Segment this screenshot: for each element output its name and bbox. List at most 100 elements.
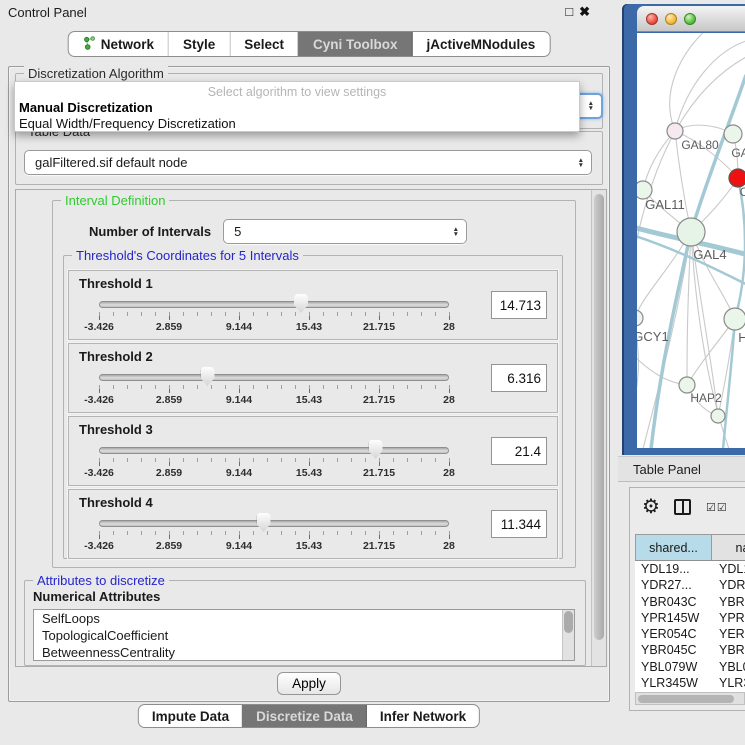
tab-jactivemnodules[interactable]: jActiveMNodules (413, 32, 550, 56)
table-panel: ⚙ ☑☑ shared... na YDL19...YDL1YDR27...YD… (629, 487, 745, 711)
threshold-value-input[interactable] (491, 364, 547, 392)
network-node[interactable] (637, 310, 643, 326)
node-label: GAL4 (693, 247, 726, 262)
settings-scroll-area: Interval Definition Number of Intervals … (15, 189, 607, 667)
column-header-name[interactable]: na (712, 535, 745, 560)
table-cell: YBR0 (711, 594, 745, 610)
network-icon (83, 36, 96, 53)
threshold-value-input[interactable] (491, 291, 547, 319)
table-row[interactable]: YBR045CYBR0 (635, 642, 745, 658)
number-of-intervals-combobox[interactable]: 5 ▲▼ (223, 219, 467, 244)
gear-icon[interactable]: ⚙ (642, 494, 660, 519)
node-label: GAL80 (681, 138, 719, 152)
list-item[interactable]: TopologicalCoefficient (34, 627, 574, 644)
tab-cyni-toolbox[interactable]: Cyni Toolbox (299, 32, 413, 56)
tab-label: Network (101, 37, 154, 52)
scale-label: 28 (443, 394, 455, 406)
table-row[interactable]: YDL19...YDL1 (635, 561, 745, 577)
table-cell: YBL079W (635, 659, 711, 675)
table-data-combobox[interactable]: galFiltered.sif default node ▲▼ (24, 150, 592, 175)
algorithm-dropdown-popup: Select algorithm to view settings Manual… (14, 81, 580, 132)
node-label: H (738, 330, 745, 345)
scale-label: 21.715 (363, 394, 395, 406)
slider-thumb[interactable] (369, 440, 383, 459)
tab-select[interactable]: Select (230, 32, 299, 56)
settings-scrollbar[interactable] (591, 190, 606, 666)
group-title: Discretization Algorithm (24, 66, 168, 81)
zoom-traffic-light-icon[interactable] (684, 13, 696, 25)
scale-label: 9.144 (226, 321, 252, 333)
tab-network[interactable]: Network (69, 32, 169, 56)
scale-label: 15.43 (296, 321, 322, 333)
dropdown-option-equal-width-frequency[interactable]: Equal Width/Frequency Discretization (19, 116, 236, 131)
slider-track[interactable] (99, 301, 449, 308)
numerical-attributes-label: Numerical Attributes (33, 589, 160, 604)
apply-button[interactable]: Apply (277, 672, 341, 695)
table-row[interactable]: YDR27...YDR2 (635, 577, 745, 593)
threshold-1-panel: Threshold 1 -3.426 2.859 9.144 15.43 (68, 270, 558, 340)
slider-thumb[interactable] (201, 367, 215, 386)
scale-label: 15.43 (296, 394, 322, 406)
scale-label: -3.426 (84, 394, 114, 406)
tab-label: jActiveMNodules (427, 37, 536, 52)
tab-style[interactable]: Style (169, 32, 230, 56)
table-row[interactable]: YPR145WYPR1 (635, 610, 745, 626)
node-label: GCY1 (637, 329, 669, 344)
network-node[interactable] (667, 123, 683, 139)
network-node[interactable] (724, 308, 745, 330)
dropdown-option-manual-discretization[interactable]: Manual Discretization (19, 100, 153, 115)
slider-track[interactable] (99, 447, 449, 454)
network-node[interactable] (724, 125, 742, 143)
tab-label: Select (244, 37, 284, 52)
slider-ticks (99, 385, 450, 393)
app-root: Control Panel □✖ Network Styl (0, 0, 745, 745)
close-traffic-light-icon[interactable] (646, 13, 658, 25)
slider-track[interactable] (99, 374, 449, 381)
tab-label: Impute Data (152, 709, 229, 724)
scrollbar-thumb[interactable] (594, 194, 604, 640)
node-table: shared... na YDL19...YDL1YDR27...YDR2YBR… (635, 534, 745, 710)
float-window-icon[interactable]: □ (565, 4, 579, 19)
tab-label: Infer Network (380, 709, 466, 724)
column-layout-icon[interactable] (674, 499, 691, 515)
table-row[interactable]: YER054CYER0 (635, 626, 745, 642)
list-scrollbar[interactable] (562, 610, 574, 660)
threshold-value-input[interactable] (491, 510, 547, 538)
table-data-selected: galFiltered.sif default node (35, 155, 187, 170)
number-of-intervals-value: 5 (234, 224, 241, 239)
tab-discretize-data[interactable]: Discretize Data (243, 705, 367, 727)
table-horizontal-scrollbar[interactable] (635, 692, 745, 705)
close-icon[interactable]: ✖ (579, 4, 596, 19)
slider-scale: -3.426 2.859 9.144 15.43 21.715 28 (99, 394, 449, 408)
table-cell: YER0 (711, 626, 745, 642)
table-row[interactable]: YLR345WYLR3 (635, 675, 745, 691)
network-view-window[interactable]: GAL80GACGAL11GAL4GCY1HHAP2 (622, 4, 745, 455)
select-columns-icon[interactable]: ☑☑ (706, 501, 728, 514)
control-panel-title: Control Panel (8, 5, 87, 20)
scrollbar-thumb[interactable] (638, 695, 734, 703)
minimize-traffic-light-icon[interactable] (665, 13, 677, 25)
slider-thumb[interactable] (257, 513, 271, 532)
threshold-value-input[interactable] (491, 437, 547, 465)
stepper-icon: ▲▼ (578, 158, 584, 168)
scale-label: 2.859 (156, 467, 182, 479)
slider-thumb[interactable] (294, 294, 308, 313)
scale-label: -3.426 (84, 540, 114, 552)
table-row[interactable]: YBR043CYBR0 (635, 594, 745, 610)
numerical-attributes-list[interactable]: SelfLoops TopologicalCoefficient Between… (33, 609, 575, 661)
network-node[interactable] (711, 409, 725, 423)
column-header-shared-name[interactable]: shared... (636, 535, 712, 560)
list-item[interactable]: SelfLoops (34, 610, 574, 627)
scale-label: -3.426 (84, 467, 114, 479)
table-cell: YPR145W (635, 610, 711, 626)
network-node[interactable] (677, 218, 705, 246)
network-window-titlebar[interactable] (637, 6, 745, 32)
dropdown-hint-option[interactable]: Select algorithm to view settings (15, 85, 579, 99)
tab-infer-network[interactable]: Infer Network (367, 705, 479, 727)
table-data-group: Table Data galFiltered.sif default node … (15, 131, 603, 185)
list-item[interactable]: BetweennessCentrality (34, 644, 574, 661)
tab-impute-data[interactable]: Impute Data (139, 705, 243, 727)
slider-track[interactable] (99, 520, 449, 527)
table-row[interactable]: YBL079WYBL0 (635, 659, 745, 675)
network-canvas[interactable]: GAL80GACGAL11GAL4GCY1HHAP2 (637, 33, 745, 448)
